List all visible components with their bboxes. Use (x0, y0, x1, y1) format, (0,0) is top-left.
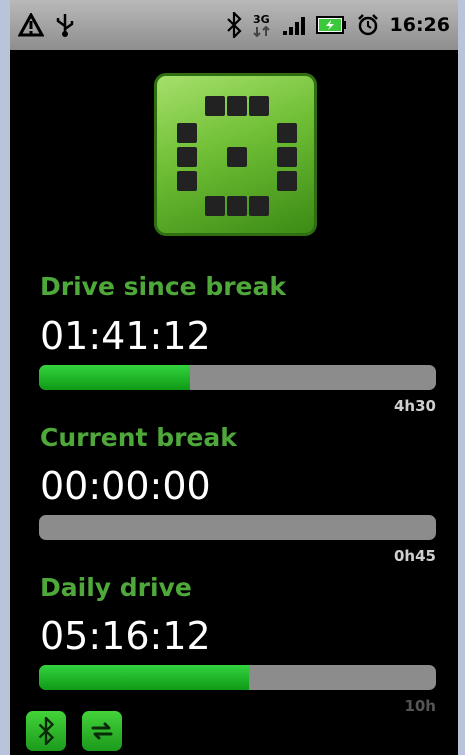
logo-square (249, 196, 269, 216)
alarm-icon (356, 13, 380, 37)
logo-square (227, 147, 247, 167)
bluetooth-icon (38, 717, 55, 745)
status-right: 3G 16:26 (226, 12, 450, 38)
drive-since-break-timer: 01:41:12 (40, 314, 211, 358)
logo-square (177, 171, 197, 191)
progress-fill (39, 665, 250, 690)
logo-square (277, 171, 297, 191)
current-break-title: Current break (40, 423, 237, 452)
logo-square (205, 96, 225, 116)
sync-icon (91, 722, 113, 740)
bluetooth-icon (226, 12, 242, 38)
drive-since-break-limit: 4h30 (394, 397, 436, 415)
daily-drive-progress (39, 665, 436, 690)
bluetooth-button[interactable] (26, 711, 66, 751)
logo-square (177, 147, 197, 167)
usb-icon (54, 12, 76, 38)
current-break-timer: 00:00:00 (40, 464, 211, 508)
logo-square (177, 123, 197, 143)
signal-icon (282, 14, 306, 36)
phone-screen: 3G 16:26 Drive since break 01:41:12 4h30… (10, 0, 458, 755)
logo-square (227, 96, 247, 116)
daily-drive-limit: 10h (404, 697, 436, 715)
sync-button[interactable] (82, 711, 122, 751)
warning-icon (18, 13, 44, 37)
progress-fill (39, 365, 190, 390)
logo-square (249, 96, 269, 116)
logo-square (277, 147, 297, 167)
logo-square (205, 196, 225, 216)
status-left (18, 12, 76, 38)
logo-square (227, 196, 247, 216)
daily-drive-title: Daily drive (40, 573, 192, 602)
current-break-limit: 0h45 (394, 547, 436, 565)
network-label: 3G (253, 13, 270, 26)
current-break-progress (39, 515, 436, 540)
daily-drive-timer: 05:16:12 (40, 614, 211, 658)
drive-since-break-title: Drive since break (40, 272, 287, 301)
logo-square (277, 123, 297, 143)
drive-since-break-progress (39, 365, 436, 390)
battery-charging-icon (315, 15, 346, 35)
network-3g-icon: 3G (252, 12, 272, 38)
status-bar: 3G 16:26 (10, 0, 458, 50)
app-logo-icon (154, 73, 317, 236)
status-time: 16:26 (389, 14, 450, 36)
